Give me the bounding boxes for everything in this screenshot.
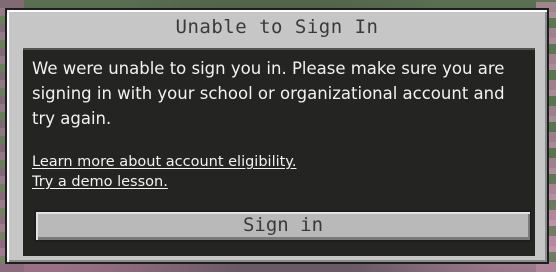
help-links: Learn more about account eligibility. Tr… — [32, 152, 512, 192]
account-eligibility-link[interactable]: Learn more about account eligibility. — [32, 152, 296, 172]
demo-lesson-link[interactable]: Try a demo lesson. — [32, 172, 168, 192]
dialog-title: Unable to Sign In — [175, 16, 379, 38]
sign-in-button[interactable]: Sign in — [34, 210, 532, 242]
error-message: We were unable to sign you in. Please ma… — [32, 59, 505, 128]
sign-in-button-label: Sign in — [242, 214, 324, 236]
sign-in-error-dialog: Unable to Sign In We were unable to sign… — [5, 8, 549, 264]
dialog-body: We were unable to sign you in. Please ma… — [23, 48, 535, 256]
